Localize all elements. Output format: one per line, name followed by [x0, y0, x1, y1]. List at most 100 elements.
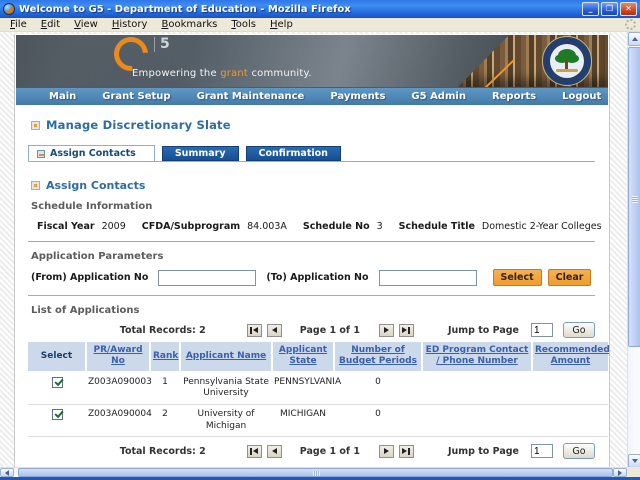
vertical-scrollbar[interactable]	[627, 32, 640, 468]
nav-payments[interactable]: Payments	[317, 91, 398, 102]
content-panel: 5 Empowering the grant community. Main G…	[14, 34, 610, 468]
next-page-button[interactable]	[378, 444, 394, 458]
jump-to-page-input[interactable]	[531, 444, 553, 459]
first-page-button[interactable]	[246, 323, 262, 337]
go-button[interactable]: Go	[563, 322, 595, 338]
jump-to-page-input[interactable]	[531, 323, 553, 337]
department-of-education-seal-icon	[542, 36, 592, 86]
applicant-state-cell: PENNSYLVANIA	[272, 370, 341, 405]
applicant-name-cell: University of Michigan	[180, 404, 272, 438]
column-recommended-amount[interactable]: Recommended Amount	[532, 342, 609, 371]
scroll-right-button[interactable]	[613, 468, 627, 477]
scrollbar-corner	[627, 467, 640, 477]
row-select-checkbox[interactable]	[51, 408, 63, 420]
firefox-window: Welcome to G5 - Department of Education …	[0, 0, 640, 480]
total-records: Total Records: 2	[119, 445, 206, 457]
tab-icon	[37, 149, 45, 158]
column-budget-periods[interactable]: Number of Budget Periods	[334, 342, 423, 371]
horizontal-scrollbar[interactable]	[0, 467, 640, 477]
pr-award-no-cell: Z003A090003	[86, 370, 152, 405]
column-applicant-name[interactable]: Applicant Name	[180, 342, 273, 371]
previous-page-button[interactable]	[266, 323, 282, 337]
menu-edit[interactable]: Edit	[35, 18, 66, 31]
pagination-top: Total Records: 2 Page 1 of 1 Jump to Pag…	[15, 322, 595, 338]
jump-to-page-label: Jump to Page	[447, 324, 519, 336]
window-title: Welcome to G5 - Department of Education …	[19, 3, 351, 15]
section-title-text: Assign Contacts	[46, 179, 146, 192]
throbber-icon	[625, 19, 636, 30]
menu-history[interactable]: History	[106, 18, 154, 31]
nav-main[interactable]: Main	[36, 91, 89, 102]
close-button[interactable]: ✕	[620, 2, 637, 16]
tagline-post: community.	[248, 68, 312, 79]
bullet-icon	[31, 181, 40, 190]
nav-logout[interactable]: Logout	[549, 91, 609, 102]
tab-summary[interactable]: Summary	[161, 146, 239, 161]
last-page-button[interactable]	[398, 323, 414, 337]
last-page-button[interactable]	[398, 444, 414, 458]
divider	[28, 295, 595, 296]
schedule-fields: Fiscal Year 2009 CFDA/Subprogram 84.003A…	[37, 221, 609, 232]
column-rank[interactable]: Rank	[150, 342, 181, 371]
pr-award-no-cell: Z003A090004	[86, 404, 152, 438]
scroll-left-button[interactable]	[0, 468, 14, 477]
next-page-button[interactable]	[378, 323, 394, 337]
schedule-information-heading: Schedule Information	[31, 201, 153, 212]
nav-grant-maintenance[interactable]: Grant Maintenance	[184, 91, 318, 102]
tab-assign-contacts[interactable]: Assign Contacts	[28, 145, 155, 161]
table-header-row: Select PR/Award No Rank Applicant Name A…	[28, 342, 609, 371]
tab-strip: Assign Contacts Summary Confirmation	[28, 145, 595, 162]
menu-bookmarks[interactable]: Bookmarks	[155, 18, 223, 31]
minimize-button[interactable]: _	[582, 2, 599, 16]
menu-tools[interactable]: Tools	[225, 18, 262, 31]
tab-confirmation[interactable]: Confirmation	[245, 146, 341, 161]
divider	[28, 241, 595, 242]
application-parameters-form: (From) Application No (To) Application N…	[31, 269, 609, 286]
nav-reports[interactable]: Reports	[479, 91, 549, 102]
tagline-accent: grant	[220, 68, 249, 79]
banner-tagline: Empowering the grant community.	[132, 68, 312, 79]
ed-contact-cell	[422, 370, 532, 405]
scroll-down-button[interactable]	[628, 454, 640, 468]
section-title: Assign Contacts	[31, 179, 609, 192]
jump-to-page-label: Jump to Page	[447, 445, 519, 457]
recommended-amount-cell	[532, 404, 608, 438]
applicant-state-cell: MICHIGAN	[272, 404, 334, 438]
tagline-pre: Empowering the	[132, 68, 221, 79]
menu-help[interactable]: Help	[264, 18, 299, 31]
clear-button[interactable]: Clear	[547, 269, 592, 286]
select-button[interactable]: Select	[492, 269, 542, 286]
row-select-checkbox[interactable]	[51, 376, 63, 388]
page-indicator: Page 1 of 1	[299, 324, 360, 336]
menu-view[interactable]: View	[68, 18, 104, 31]
browser-viewport: 5 Empowering the grant community. Main G…	[0, 32, 627, 468]
title-bar: Welcome to G5 - Department of Education …	[0, 0, 640, 18]
rank-cell: 2	[150, 404, 180, 438]
nav-grant-setup[interactable]: Grant Setup	[89, 91, 183, 102]
budget-periods-cell: 0	[334, 404, 422, 438]
horizontal-scrollbar-thumb[interactable]	[18, 468, 613, 477]
column-pr-award-no[interactable]: PR/Award No	[86, 342, 151, 371]
applicant-name-cell: Pennsylvania State University	[180, 370, 272, 405]
previous-page-button[interactable]	[266, 444, 282, 458]
fiscal-year-label: Fiscal Year	[37, 221, 95, 232]
restore-button[interactable]: ❐	[601, 2, 618, 16]
application-parameters-heading: Application Parameters	[31, 251, 164, 262]
go-button[interactable]: Go	[563, 443, 595, 460]
ed-contact-cell	[422, 404, 532, 438]
menu-file[interactable]: File	[4, 18, 33, 31]
first-page-button[interactable]	[246, 444, 262, 458]
column-ed-program-contact[interactable]: ED Program Contact / Phone Number	[422, 342, 533, 371]
to-application-no-input[interactable]	[378, 269, 477, 286]
vertical-scrollbar-thumb[interactable]	[628, 47, 640, 347]
nav-g5-admin[interactable]: G5 Admin	[398, 91, 479, 102]
g5-logo-numeral: 5	[154, 37, 170, 52]
column-select: Select	[28, 342, 87, 371]
schedule-title-label: Schedule Title	[398, 221, 475, 232]
from-application-no-input[interactable]	[158, 269, 257, 286]
table-row: Z003A090003 1 Pennsylvania State Univers…	[28, 370, 608, 405]
bullet-icon	[31, 121, 40, 130]
scroll-up-button[interactable]	[628, 32, 640, 46]
list-of-applications-heading: List of Applications	[31, 305, 140, 316]
column-applicant-state[interactable]: Applicant State	[272, 342, 335, 371]
